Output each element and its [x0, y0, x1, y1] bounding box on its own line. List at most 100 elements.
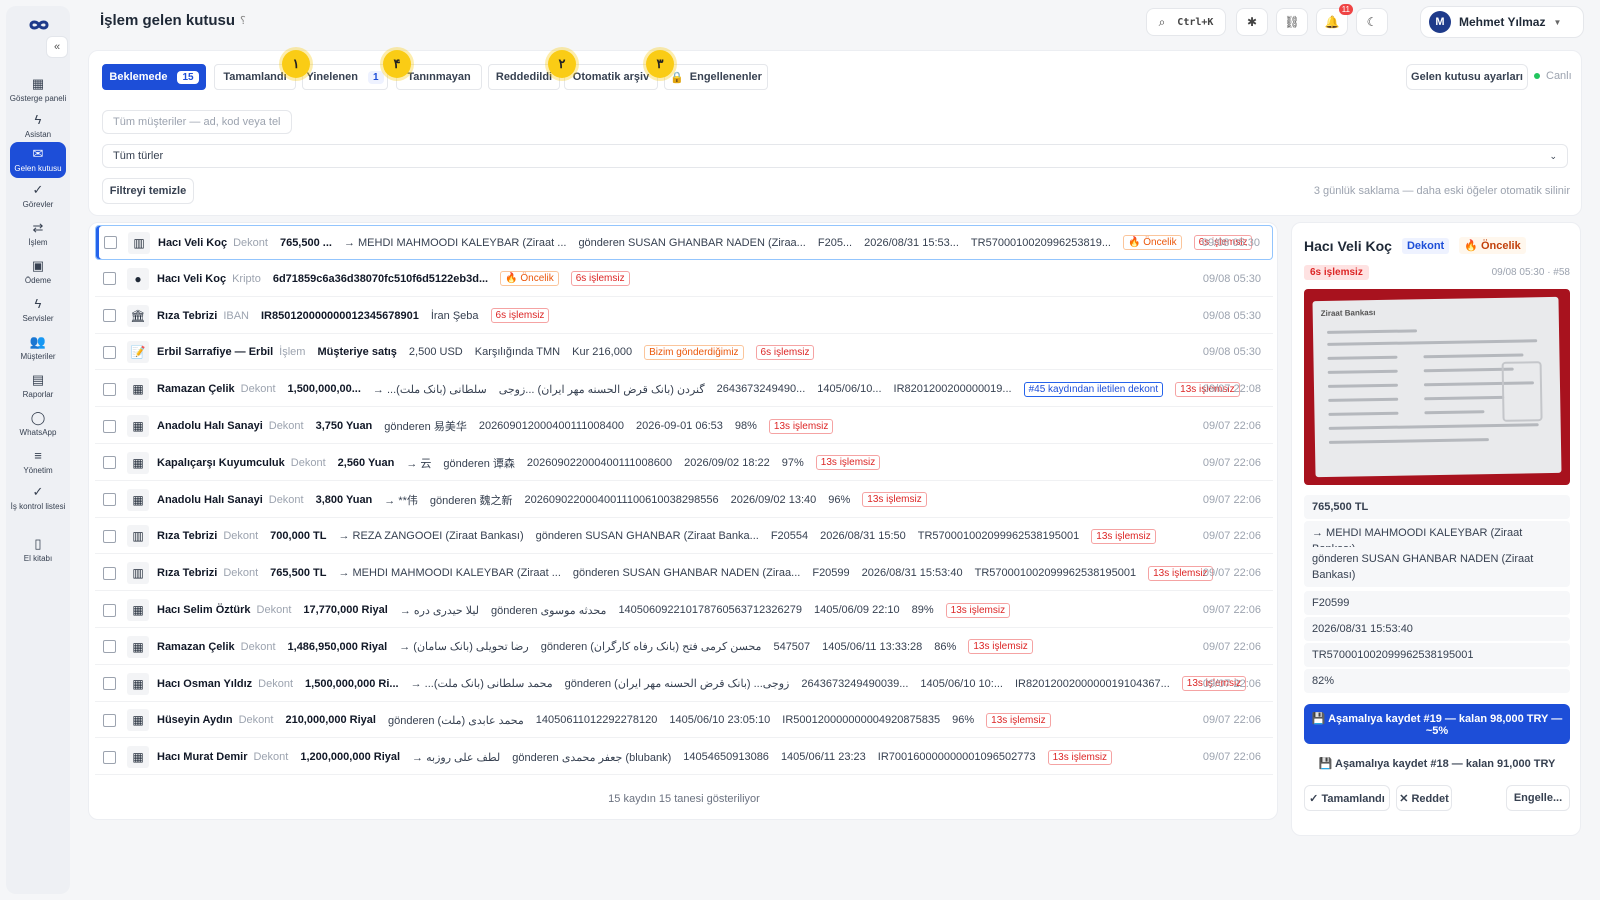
row-field: Müşteriye satış — [317, 346, 397, 359]
collapse-sidebar-button[interactable]: « — [46, 36, 68, 58]
row-checkbox[interactable] — [103, 272, 116, 286]
tab-pending[interactable]: Beklemede 15 — [102, 64, 206, 90]
sidebar-item-7[interactable]: ϟ Servisler — [10, 292, 66, 328]
help-icon[interactable]: ؟ — [240, 14, 246, 27]
row-field: → ...سلطانی (بانک ملت) — [372, 383, 487, 396]
sidebar-item-9[interactable]: ▤ Raporlar — [10, 368, 66, 404]
row-field: gönderen SUSAN GHANBAR (Ziraat Banka... — [535, 530, 759, 543]
table-row[interactable]: 🏛 Rıza Tebrizi IBAN IR850120000000012345678… — [95, 299, 1273, 334]
live-dot-icon — [1534, 73, 1540, 79]
row-badge: 13s işlemsiz — [862, 492, 927, 508]
row-checkbox[interactable] — [103, 456, 116, 470]
sidebar-item-3[interactable]: ✉ Gelen kutusu — [10, 142, 66, 178]
row-field: 6d71859c6a36d38070fc510f6d5122eb3d... — [272, 272, 489, 285]
row-checkbox[interactable] — [103, 382, 116, 396]
table-row[interactable]: ● Hacı Veli Koç Kripto 6d71859c6a36d38070fc… — [95, 262, 1273, 297]
table-row[interactable]: ▥ Rıza Tebrizi Dekont 700,000 TL → REZA ZANG… — [95, 519, 1273, 555]
tab-auto-archive[interactable]: Otomatik arşiv — [564, 64, 658, 90]
link-button[interactable]: ⛓ — [1276, 8, 1308, 36]
sidebar-item-4[interactable]: ✓ Görevler — [10, 178, 66, 214]
table-row[interactable]: ▦ Anadolu Halı Sanayi Dekont 3,800 Yuan → **… — [95, 483, 1273, 518]
table-row[interactable]: ▦ Hacı Selim Öztürk Dekont 17,770,000 Riyal… — [95, 593, 1273, 628]
sidebar-item-8[interactable]: 👥 Müşteriler — [10, 330, 66, 366]
sidebar-item-12[interactable]: ✓ İş kontrol listesi — [10, 480, 66, 516]
table-row[interactable]: ▦ Hüseyin Aydın Dekont 210,000,000 Riyal gön… — [95, 703, 1273, 739]
block-button[interactable]: Engelle... — [1506, 785, 1570, 811]
table-row[interactable]: ▥ Hacı Veli Koç Dekont 765,500 ... → MEHDI M… — [95, 225, 1273, 260]
row-checkbox[interactable] — [103, 566, 116, 580]
row-thumbnail: ▦ — [127, 599, 149, 621]
row-time: 09/07 22:06 — [1202, 677, 1261, 690]
tab-blocked[interactable]: 🔒 Engellenenler — [664, 64, 768, 90]
search-button[interactable]: ⌕ Ctrl+K — [1146, 8, 1226, 36]
sidebar-item-5[interactable]: ⇄ İşlem — [10, 216, 66, 252]
tab-count: 15 — [177, 70, 199, 84]
logo-infinity-icon[interactable] — [22, 14, 56, 36]
row-field: 1,500,000,000 Ri... — [305, 677, 399, 690]
row-field: 14050611012292278120 — [535, 714, 658, 727]
type-select[interactable]: Tüm türler ⌄ — [102, 144, 1568, 168]
table-row[interactable]: ▦ Hacı Osman Yıldız Dekont 1,500,000,000 Ri… — [95, 667, 1273, 702]
user-menu[interactable]: M Mehmet Yılmaz ▼ — [1420, 6, 1584, 38]
row-checkbox[interactable] — [103, 493, 116, 507]
sidebar-item-2[interactable]: ϟ Asistan — [10, 108, 66, 144]
sidebar-item-10[interactable]: ◯ WhatsApp — [10, 406, 66, 442]
row-customer: Hacı Osman Yıldız — [157, 677, 253, 690]
table-row[interactable]: 📝 Erbil Sarrafiye — Erbil İşlem Müşteriye s… — [95, 335, 1273, 371]
sidebar-item-1[interactable]: ▦ Gösterge paneli — [10, 72, 66, 108]
row-field: 1,486,950,000 Riyal — [287, 640, 388, 653]
row-type: Dekont — [233, 236, 268, 249]
row-checkbox[interactable] — [103, 529, 116, 543]
save-staged-18-button[interactable]: 💾 Aşamalıya kaydet #18 — kalan 91,000 TR… — [1304, 751, 1570, 775]
row-time: 09/08 05:30 — [1202, 272, 1261, 285]
row-customer: Ramazan Çelik — [157, 640, 235, 653]
customer-filter-input[interactable]: Tüm müşteriler — ad, kod veya tel — [102, 110, 292, 134]
dark-mode-button[interactable]: ☾ — [1356, 8, 1388, 36]
page-title: İşlem gelen kutusu — [100, 12, 236, 29]
complete-button[interactable]: ✓ Tamamlandı — [1304, 785, 1390, 811]
row-field: 1405/06/10... — [817, 383, 882, 396]
row-checkbox[interactable] — [104, 236, 117, 249]
bug-button[interactable]: ✱ — [1236, 8, 1268, 36]
notifications-button[interactable]: 🔔 11 — [1316, 4, 1353, 36]
row-badge: 13s işlemsiz — [1091, 528, 1156, 544]
row-field: TR5700010020996253819... — [970, 236, 1111, 249]
row-checkbox[interactable] — [103, 713, 116, 727]
detail-field: 82% — [1304, 669, 1570, 693]
table-row[interactable]: ▦ Hacı Murat Demir Dekont 1,200,000,000 Riy… — [95, 740, 1273, 776]
row-thumbnail: ▦ — [127, 746, 149, 769]
row-checkbox[interactable] — [103, 750, 116, 764]
row-thumbnail: 📝 — [127, 341, 149, 364]
receipt-image[interactable]: Ziraat Bankası — [1304, 289, 1570, 485]
clear-filter-button[interactable]: Filtreyi temizle — [102, 178, 194, 204]
row-field: gönderen محدثه موسوی — [491, 604, 607, 617]
reject-button[interactable]: ✕ Reddet — [1396, 785, 1452, 811]
table-row[interactable]: ▦ Ramazan Çelik Dekont 1,486,950,000 Riyal →… — [95, 630, 1273, 665]
tab-duplicate[interactable]: Yinelenen 1 — [302, 64, 388, 90]
row-checkbox[interactable] — [103, 677, 116, 691]
bolt-icon: ϟ — [34, 296, 42, 311]
save-staged-19-button[interactable]: 💾 Aşamalıya kaydet #19 — kalan 98,000 TR… — [1304, 704, 1570, 744]
row-field: → MEHDI MAHMOODI KALEYBAR (Ziraat ... — [338, 567, 561, 580]
table-row[interactable]: ▦ Kapalıçarşı Kuyumculuk Dekont 2,560 Yuan →… — [95, 446, 1273, 481]
sidebar-item-13[interactable]: ▯ El kitabı — [10, 532, 66, 568]
row-checkbox[interactable] — [103, 419, 116, 433]
row-badge: 13s işlemsiz — [986, 712, 1051, 728]
row-type: Dekont — [223, 530, 259, 543]
row-field: 17,770,000 Riyal — [303, 604, 388, 616]
inbox-settings-button[interactable]: Gelen kutusu ayarları — [1406, 64, 1528, 90]
table-row[interactable]: ▦ Anadolu Halı Sanayi Dekont 3,750 Yuan gönd… — [95, 409, 1273, 444]
row-checkbox[interactable] — [103, 309, 116, 323]
table-row[interactable]: ▦ Ramazan Çelik Dekont 1,500,000,00... → ...… — [95, 372, 1273, 408]
row-checkbox[interactable] — [103, 603, 116, 617]
row-field: → رضا تحویلی (بانک سامان) — [399, 641, 529, 654]
row-checkbox[interactable] — [103, 640, 116, 654]
row-field: F20554 — [770, 530, 809, 543]
row-checkbox[interactable] — [103, 345, 116, 359]
row-field: IR500120000000004920875835 — [782, 714, 941, 727]
detail-field: 765,500 TL — [1304, 495, 1570, 519]
sidebar-item-11[interactable]: ≡ Yönetim — [10, 444, 66, 480]
sidebar-item-6[interactable]: ▣ Ödeme — [10, 254, 66, 290]
table-row[interactable]: ▥ Rıza Tebrizi Dekont 765,500 TL → MEHDI MAH… — [95, 556, 1273, 592]
row-thumbnail: ▦ — [127, 378, 149, 401]
